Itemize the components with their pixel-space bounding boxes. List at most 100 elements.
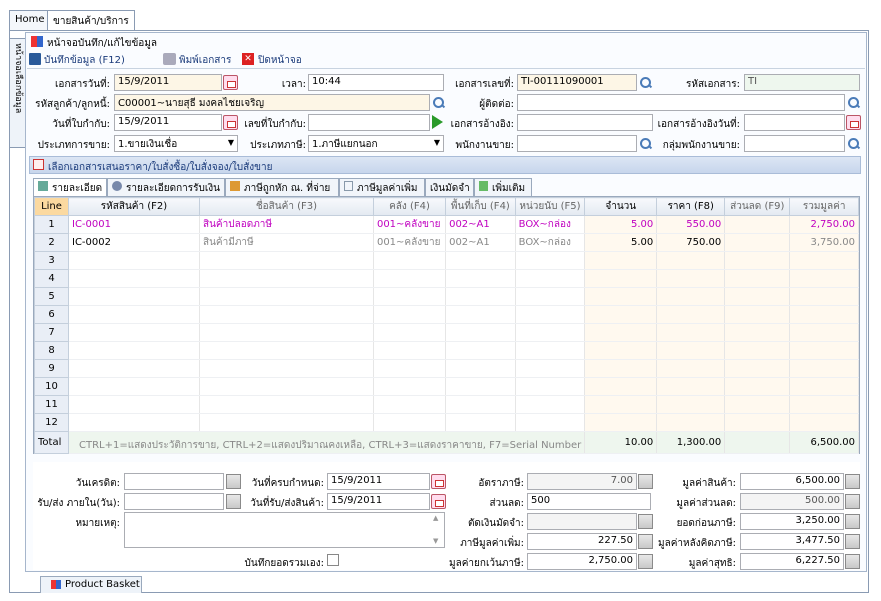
calculator-icon[interactable] <box>226 474 241 489</box>
grid-cell[interactable] <box>656 341 726 360</box>
grid-cell[interactable] <box>789 269 859 288</box>
sale-type-select[interactable]: 1.ขายเงินเชื่อ <box>114 135 238 152</box>
line-number[interactable]: 2 <box>34 233 69 252</box>
tab-receipt-detail[interactable]: รายละเอียดการรับเงิน <box>107 178 225 196</box>
grid-cell[interactable] <box>445 305 516 324</box>
vat-rate-calculator-icon[interactable] <box>638 474 653 489</box>
tax-type-select[interactable]: 1.ภาษีแยกนอก <box>308 135 444 152</box>
before-tax-field[interactable]: 3,250.00 <box>740 513 844 530</box>
grid-cell[interactable] <box>445 323 516 342</box>
line-number[interactable]: 11 <box>34 395 69 414</box>
vat-field[interactable]: 227.50 <box>527 533 637 550</box>
grid-cell[interactable] <box>584 323 658 342</box>
salesperson-field[interactable] <box>517 135 637 152</box>
product-code-cell[interactable]: IC-0002 <box>68 233 200 252</box>
grid-cell[interactable] <box>199 251 374 270</box>
search-icon[interactable] <box>638 75 653 90</box>
product-code-cell[interactable]: IC-0001 <box>68 215 200 234</box>
grid-cell[interactable] <box>656 251 726 270</box>
close-button[interactable]: ปิดหน้าจอ <box>258 53 302 68</box>
grid-cell[interactable] <box>724 359 791 378</box>
grid-cell[interactable] <box>68 305 200 324</box>
table-row[interactable]: 6 <box>34 305 859 324</box>
col-discount[interactable]: ส่วนลด (F9) <box>724 197 791 216</box>
after-tax-field[interactable]: 3,477.50 <box>740 533 844 550</box>
grid-cell[interactable] <box>515 359 586 378</box>
grid-cell[interactable] <box>515 287 586 306</box>
grid-cell[interactable] <box>724 305 791 324</box>
tax-inv-calendar-icon[interactable] <box>223 115 238 130</box>
credit-days-field[interactable] <box>124 473 224 490</box>
line-number[interactable]: 9 <box>34 359 69 378</box>
grid-cell[interactable] <box>724 287 791 306</box>
col-price[interactable]: ราคา (F8) <box>656 197 726 216</box>
after-tax-calculator-icon[interactable] <box>845 534 860 549</box>
grid-cell[interactable] <box>68 287 200 306</box>
table-row[interactable]: 12 <box>34 413 859 432</box>
grid-cell[interactable] <box>515 395 586 414</box>
grid-cell[interactable] <box>656 359 726 378</box>
grid-cell[interactable] <box>373 269 447 288</box>
grid-cell[interactable] <box>199 377 374 396</box>
grid-cell[interactable] <box>515 413 586 432</box>
calendar-icon[interactable] <box>223 75 238 90</box>
exempt-calculator-icon[interactable] <box>638 554 653 569</box>
grid-cell[interactable] <box>789 413 859 432</box>
table-row[interactable]: 2 IC-0002 สินค้ามีภาษี 001~คลังขาย 002~A1 BOX… <box>34 233 859 252</box>
grid-cell[interactable] <box>515 323 586 342</box>
grid-cell[interactable] <box>789 341 859 360</box>
grid-cell[interactable] <box>68 377 200 396</box>
grid-cell[interactable] <box>584 359 658 378</box>
tab-detail[interactable]: รายละเอียด <box>33 178 107 197</box>
warehouse-cell[interactable]: 001~คลังขาย <box>373 215 447 234</box>
tab-home[interactable]: Home <box>9 10 51 30</box>
col-total[interactable]: รวมมูลค่า <box>789 197 859 216</box>
deposit-calculator-icon[interactable] <box>638 514 653 529</box>
ref-doc-date-field[interactable] <box>744 114 845 131</box>
grid-cell[interactable] <box>584 395 658 414</box>
grid-cell[interactable] <box>445 341 516 360</box>
grid-cell[interactable] <box>656 323 726 342</box>
grid-cell[interactable] <box>68 395 200 414</box>
grid-cell[interactable] <box>199 413 374 432</box>
grid-cell[interactable] <box>789 359 859 378</box>
grid-cell[interactable] <box>68 251 200 270</box>
deliver-days-field[interactable] <box>124 493 224 510</box>
price-cell[interactable]: 750.00 <box>656 233 726 252</box>
tab-sales[interactable]: ขายสินค้า/บริการ <box>47 10 135 31</box>
line-number[interactable]: 8 <box>34 341 69 360</box>
grid-cell[interactable] <box>584 269 658 288</box>
grid-cell[interactable] <box>656 305 726 324</box>
grid-cell[interactable] <box>445 359 516 378</box>
line-number[interactable]: 12 <box>34 413 69 432</box>
due-date-field[interactable]: 15/9/2011 <box>327 473 430 490</box>
product-basket-tab[interactable]: Product Basket <box>40 576 142 593</box>
grid-cell[interactable] <box>724 341 791 360</box>
discount-cell[interactable] <box>724 215 791 234</box>
grid-cell[interactable] <box>445 251 516 270</box>
grid-cell[interactable] <box>445 377 516 396</box>
grid-cell[interactable] <box>373 305 447 324</box>
grid-cell[interactable] <box>584 377 658 396</box>
grid-cell[interactable] <box>584 341 658 360</box>
line-number[interactable]: 4 <box>34 269 69 288</box>
select-doc-bar[interactable]: เลือกเอกสารเสนอราคา/ใบสั่งซื้อ/ใบสั่งจอง… <box>29 156 861 174</box>
grid-cell[interactable] <box>656 269 726 288</box>
exempt-field[interactable]: 2,750.00 <box>527 553 637 570</box>
grid-cell[interactable] <box>656 377 726 396</box>
contact-search-icon[interactable] <box>846 95 861 110</box>
table-row[interactable]: 3 <box>34 251 859 270</box>
grid-cell[interactable] <box>789 323 859 342</box>
grid-cell[interactable] <box>445 269 516 288</box>
goods-value-calculator-icon[interactable] <box>845 474 860 489</box>
col-code[interactable]: รหัสสินค้า (F2) <box>68 197 200 216</box>
grid-cell[interactable] <box>445 287 516 306</box>
grid-cell[interactable] <box>373 287 447 306</box>
grid-cell[interactable] <box>68 413 200 432</box>
grid-cell[interactable] <box>656 287 726 306</box>
grid-cell[interactable] <box>68 341 200 360</box>
grid-cell[interactable] <box>584 287 658 306</box>
manual-total-checkbox[interactable] <box>327 554 339 566</box>
deliver-date-field[interactable]: 15/9/2011 <box>327 493 430 510</box>
tax-inv-date-field[interactable]: 15/9/2011 <box>114 114 222 131</box>
